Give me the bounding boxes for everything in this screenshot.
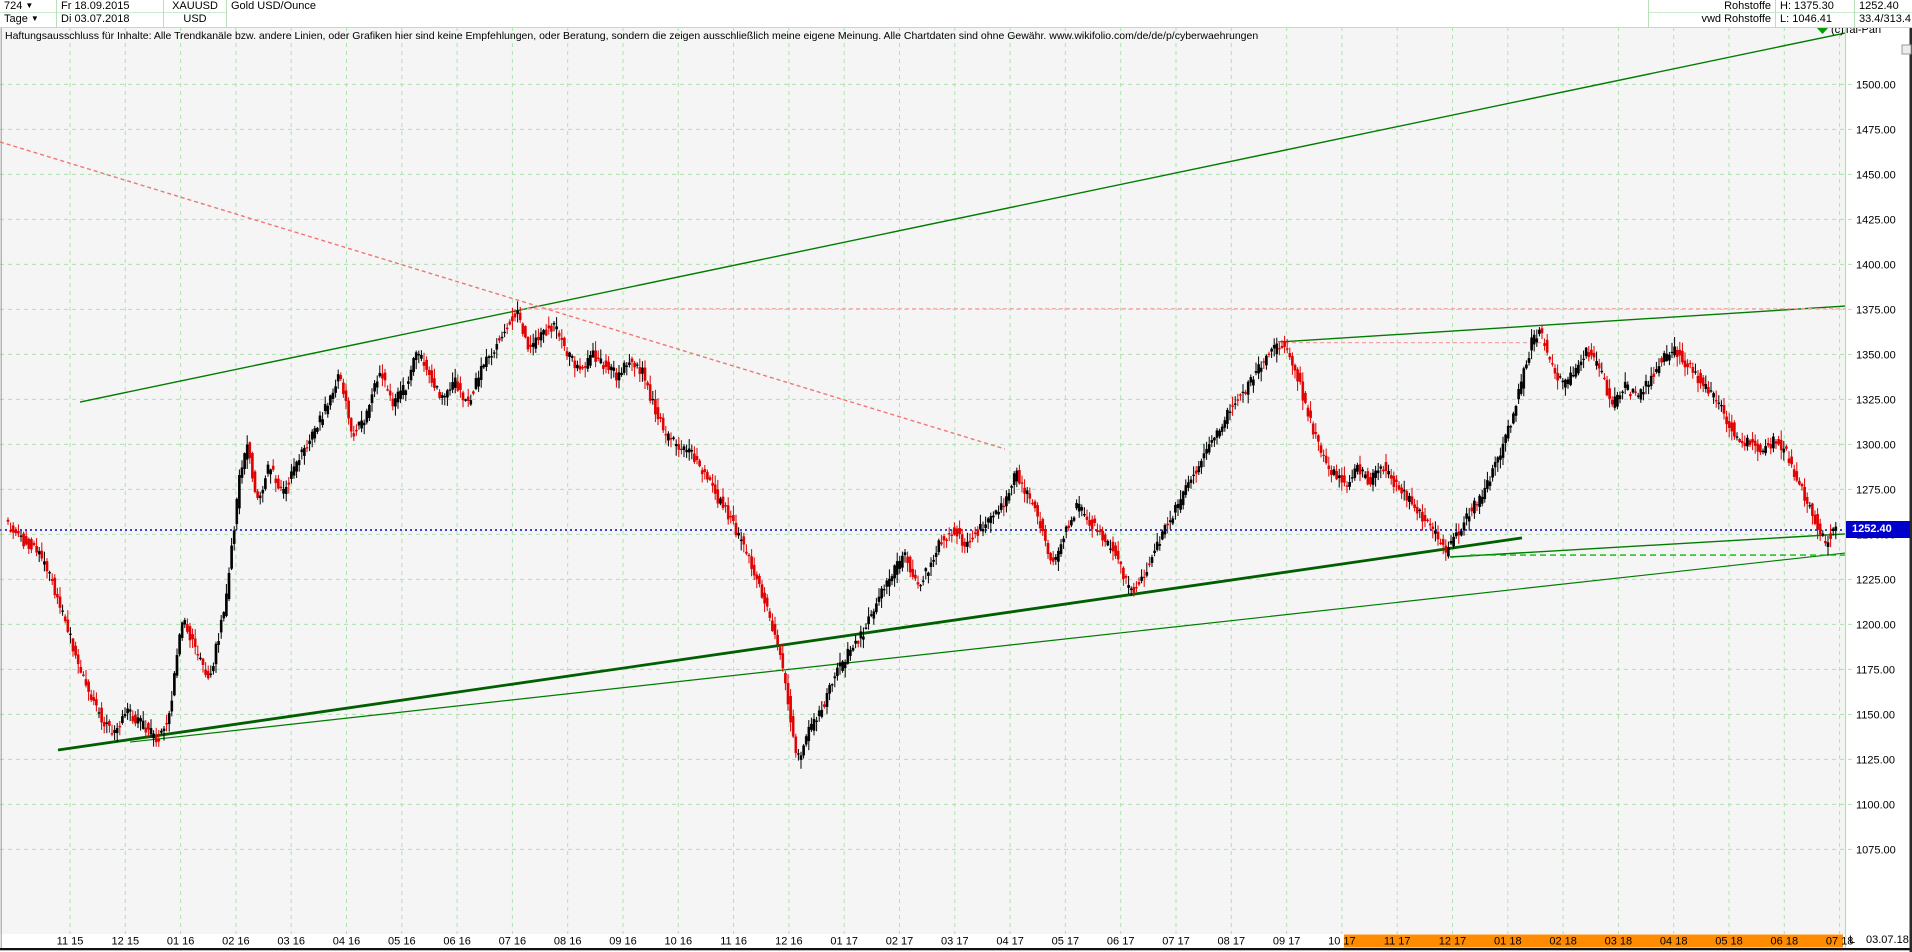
date-axis-label: 02 18 [1549,936,1577,948]
date-axis-label: 03 16 [277,936,305,948]
currency-label: USD [183,13,207,25]
date-axis-label: 02 17 [886,936,914,948]
price-axis-label: 1400.00 [1856,259,1896,271]
date-axis-label: 04 16 [333,936,361,948]
date-axis-label: 09 17 [1273,936,1301,948]
group-cell: Rohstoffe vwd Rohstoffe [1648,0,1776,27]
date-axis-label: 05 18 [1715,936,1743,948]
date-axis-label: 02 16 [222,936,250,948]
header-last-price: 1252.40 [1855,0,1912,13]
price-axis-label: 1100.00 [1856,799,1895,811]
header-stat: 33.4/313.4 [1859,13,1911,25]
price-axis-label: 1425.00 [1856,214,1896,226]
price-axis-label: 1175.00 [1856,664,1895,676]
price-axis-label: 1300.00 [1856,439,1896,451]
date-axis-label: 04 17 [996,936,1024,948]
symbol-cell: XAUUSD USD [164,0,227,27]
date-axis-label: 06 16 [443,936,471,948]
chart-background [0,0,1912,952]
instrument-title: Gold USD/Ounce [231,0,316,12]
price-axis-label: 1500.00 [1856,79,1896,91]
period-high-label: H: 1375.30 [1776,0,1854,13]
price-axis-label: 1375.00 [1856,304,1896,316]
last-price-tag: 1252.40 [1846,521,1910,538]
price-axis-label: 1075.00 [1856,844,1896,856]
date-axis-label: 01 17 [830,936,858,948]
date-axis-label: 11 16 [720,936,747,948]
date-axis-label: 10 17 [1328,936,1356,948]
price-axis-label: 1475.00 [1856,124,1896,136]
date-axis-label: 04 18 [1660,936,1688,948]
date-axis-label: 09 16 [609,936,637,948]
price-axis-label: 1450.00 [1856,169,1896,181]
date-axis-label: 08 16 [554,936,582,948]
last-stat-cell: 1252.40 33.4/313.4 [1855,0,1912,27]
date-axis-label: 01 18 [1494,936,1522,948]
date-axis-label: 06 18 [1771,936,1799,948]
date-to[interactable]: Di 03.07.2018 [57,13,163,26]
date-axis-label: 12 15 [112,936,140,948]
date-from[interactable]: Fr 18.09.2015 [57,0,163,13]
date-axis-label: 07 16 [499,936,527,948]
symbol-label: XAUUSD [164,0,226,13]
date-axis-label: 10 16 [665,936,693,948]
date-axis-label: 01 16 [167,936,195,948]
price-chart[interactable]: 1500.00 1475.00 1450.00 1425.00 1400.00 1375.… [0,0,1912,952]
date-axis-label: 03 17 [941,936,969,948]
date-axis-label: 12 17 [1439,936,1467,948]
date-axis-label: 03 18 [1605,936,1633,948]
price-axis-label: 1125.00 [1856,754,1895,766]
price-axis-label: 1325.00 [1856,394,1896,406]
axis-splitter-handle[interactable] [1901,44,1912,55]
price-axis-label: 1225.00 [1856,574,1896,586]
header-spacer [320,0,1648,27]
period-label: Tage [4,13,28,25]
date-axis-label: 05 17 [1052,936,1080,948]
date-axis-label: 05 16 [388,936,416,948]
date-axis-label: 07 17 [1162,936,1190,948]
date-axis-label: 11 15 [57,936,84,948]
high-low-cell: H: 1375.30 L: 1046.41 [1776,0,1855,27]
price-axis-label: 1200.00 [1856,619,1896,631]
bars-dropdown-icon[interactable]: ▼ [25,0,33,12]
header-bar: 724 ▼ Tage ▼ Fr 18.09.2015 Di 03.07.2018 X… [0,0,1912,28]
last-bar-marker: L [1849,934,1856,946]
date-axis-label: 12 16 [775,936,803,948]
date-axis-label: 11 17 [1384,936,1411,948]
last-bar-date: 03.07.18 [1866,934,1909,946]
bars-count: 724 [4,0,23,12]
disclaimer-text: Haftungsausschluss für Inhalte: Alle Tre… [5,30,1259,42]
group-label: Rohstoffe [1649,0,1775,13]
date-axis-label: 08 17 [1218,936,1246,948]
range-period-cell: 724 ▼ Tage ▼ [0,0,57,27]
price-axis-label: 1275.00 [1856,484,1896,496]
period-low-label: L: 1046.41 [1780,13,1832,25]
title-cell: Gold USD/Ounce [227,0,320,27]
price-axis-label: 1150.00 [1856,709,1895,721]
date-axis-label: 06 17 [1107,936,1135,948]
date-range-cell: Fr 18.09.2015 Di 03.07.2018 [57,0,164,27]
provider-label: vwd Rohstoffe [1701,13,1771,25]
period-dropdown-icon[interactable]: ▼ [31,12,39,25]
price-axis-label: 1350.00 [1856,349,1896,361]
tai-pan-chart-window: 1500.00 1475.00 1450.00 1425.00 1400.00 1375.… [0,0,1912,952]
